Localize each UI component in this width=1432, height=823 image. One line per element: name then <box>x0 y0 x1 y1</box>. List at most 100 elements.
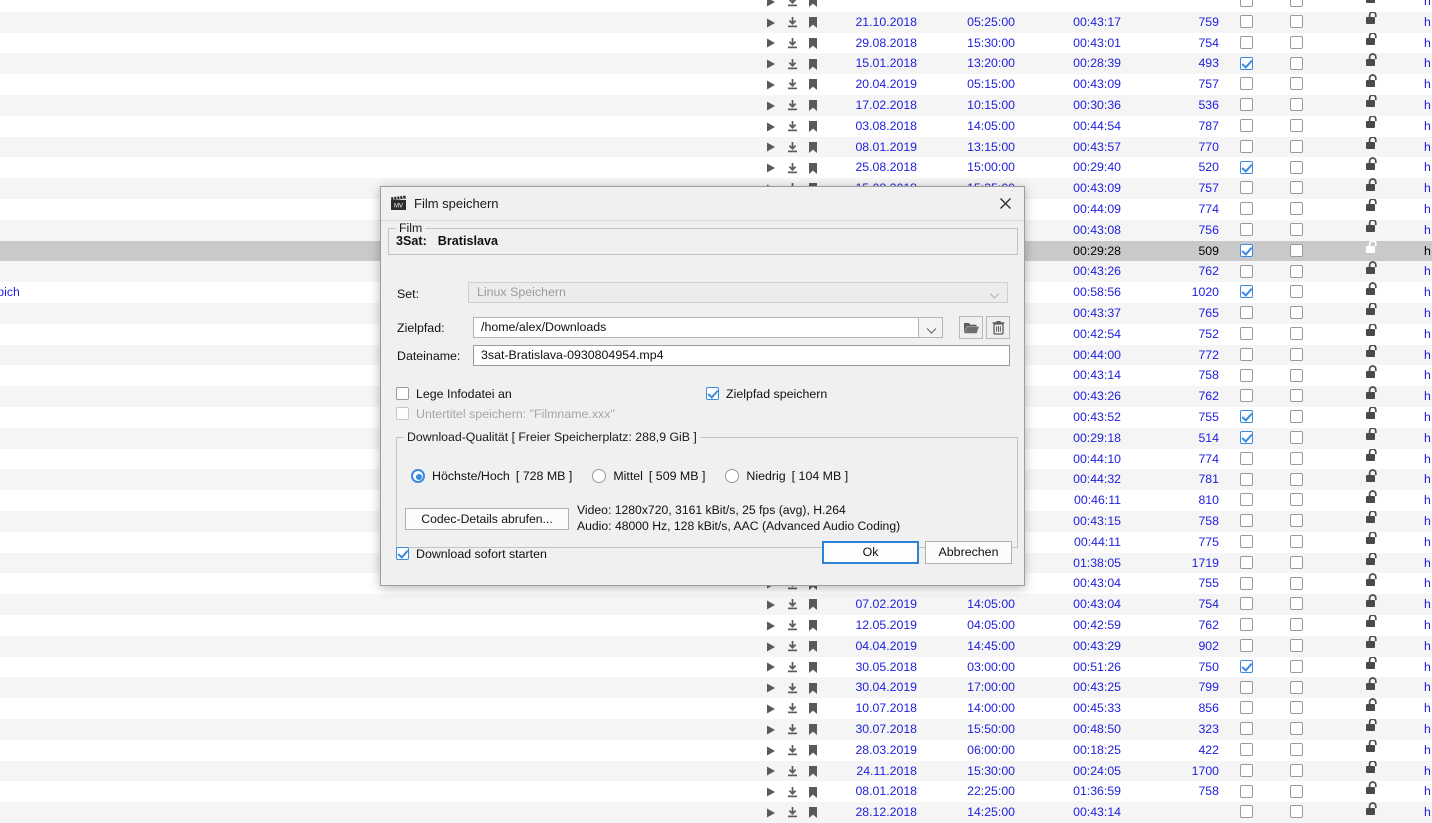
table-row[interactable]: me Kontinent (2/2) 29.08.2018 15:30:00 00:4… <box>0 32 1432 54</box>
cell-url[interactable]: h <box>1424 781 1432 802</box>
play-icon[interactable] <box>765 599 777 611</box>
table-row[interactable]: te der Tiere: Die Katze 30.05.2018 03:00:0… <box>0 656 1432 678</box>
cell-checkbox-abo[interactable] <box>1290 303 1312 324</box>
quality-radio-group[interactable]: Höchste/Hoch [ 728 MB ] Mittel [ 509 MB ] Ni… <box>411 468 868 483</box>
cell-checkbox-abo[interactable] <box>1290 116 1312 137</box>
cell-checkbox-abo[interactable] <box>1290 53 1312 74</box>
cell-url[interactable]: h <box>1424 95 1432 116</box>
cell-checkbox-seen[interactable] <box>1240 12 1262 33</box>
cell-checkbox-abo[interactable] <box>1290 345 1312 366</box>
cell-url[interactable]: h <box>1424 303 1432 324</box>
cell-checkbox-seen[interactable] <box>1240 178 1262 199</box>
cell-url[interactable]: h <box>1424 615 1432 636</box>
cell-url[interactable]: h <box>1424 802 1432 823</box>
cell-checkbox-abo[interactable] <box>1290 761 1312 782</box>
bookmark-icon[interactable] <box>808 765 818 778</box>
play-icon[interactable] <box>765 37 777 49</box>
cell-url[interactable]: h <box>1424 657 1432 678</box>
cell-url[interactable]: h <box>1424 178 1432 199</box>
table-row[interactable]: 28.12.2018 14:25:00 00:43:14 h <box>0 802 1432 823</box>
cell-checkbox-seen[interactable] <box>1240 345 1262 366</box>
cell-actions[interactable] <box>765 594 827 615</box>
cell-checkbox-seen[interactable] <box>1240 116 1262 137</box>
cell-actions[interactable] <box>765 740 827 761</box>
play-icon[interactable] <box>765 620 777 632</box>
bookmark-icon[interactable] <box>808 619 818 632</box>
cell-checkbox-seen[interactable] <box>1240 428 1262 449</box>
cell-checkbox-abo[interactable] <box>1290 573 1312 594</box>
table-row[interactable]: , da will ich hin! © SR/Ute Werner 15.01.… <box>0 53 1432 75</box>
cell-checkbox-abo[interactable] <box>1290 698 1312 719</box>
checkbox-infodatei[interactable]: Lege Infodatei an <box>396 387 512 401</box>
cell-checkbox-abo[interactable] <box>1290 220 1312 241</box>
table-row[interactable]: ler kleinen Monster 08.01.2019 13:15:00 00:… <box>0 136 1432 158</box>
cell-checkbox-abo[interactable] <box>1290 740 1312 761</box>
bookmark-icon[interactable] <box>808 58 818 71</box>
cell-checkbox-seen[interactable] <box>1240 282 1262 303</box>
table-row[interactable]: egenwald (2/2) 20.04.2019 05:15:00 00:43:09… <box>0 74 1432 95</box>
cell-url[interactable]: h <box>1424 241 1432 262</box>
cell-actions[interactable] <box>765 719 827 740</box>
cell-checkbox-abo[interactable] <box>1290 490 1312 511</box>
cell-url[interactable]: h <box>1424 677 1432 698</box>
cell-url[interactable]: h <box>1424 282 1432 303</box>
bookmark-icon[interactable] <box>808 661 818 674</box>
play-icon[interactable] <box>765 141 777 153</box>
cell-checkbox-seen[interactable] <box>1240 532 1262 553</box>
cell-checkbox-abo[interactable] <box>1290 324 1312 345</box>
cell-url[interactable]: h <box>1424 12 1432 33</box>
cell-checkbox-seen[interactable] <box>1240 594 1262 615</box>
cell-url[interactable]: h <box>1424 345 1432 366</box>
radio-option-hoechste[interactable]: Höchste/Hoch [ 728 MB ] <box>411 468 592 483</box>
cell-checkbox-seen[interactable] <box>1240 261 1262 282</box>
cell-actions[interactable] <box>765 12 827 33</box>
cell-checkbox-abo[interactable] <box>1290 261 1312 282</box>
ok-button[interactable]: Ok <box>822 541 919 564</box>
table-row[interactable]: stolzer Süden 30.07.2018 15:50:00 00:48:50 3… <box>0 719 1432 740</box>
bookmark-icon[interactable] <box>808 640 818 653</box>
download-icon[interactable] <box>786 619 799 632</box>
download-icon[interactable] <box>786 661 799 674</box>
browse-folder-button[interactable] <box>959 316 983 339</box>
cell-actions[interactable] <box>765 761 827 782</box>
zielpfad-dropdown-button[interactable] <box>919 317 943 338</box>
cell-url[interactable]: h <box>1424 365 1432 386</box>
download-icon[interactable] <box>786 640 799 653</box>
cell-checkbox-abo[interactable] <box>1290 241 1312 262</box>
cell-checkbox-seen[interactable] <box>1240 761 1262 782</box>
cell-checkbox-abo[interactable] <box>1290 657 1312 678</box>
cell-checkbox-abo[interactable] <box>1290 282 1312 303</box>
download-icon[interactable] <box>786 765 799 778</box>
bookmark-icon[interactable] <box>808 702 818 715</box>
table-row[interactable]: er smaragdene Fluss 10.07.2018 14:00:00 00:… <box>0 698 1432 719</box>
cell-checkbox-abo[interactable] <box>1290 33 1312 54</box>
cell-checkbox-abo[interactable] <box>1290 781 1312 802</box>
cell-url[interactable]: h <box>1424 573 1432 594</box>
cell-url[interactable]: h <box>1424 719 1432 740</box>
cell-checkbox-seen[interactable] <box>1240 511 1262 532</box>
dateiname-input[interactable]: 3sat-Bratislava-0930804954.mp4 <box>473 345 1010 366</box>
cell-checkbox-seen[interactable] <box>1240 365 1262 386</box>
zielpfad-input[interactable]: /home/alex/Downloads <box>473 317 919 338</box>
bookmark-icon[interactable] <box>808 162 818 175</box>
cell-checkbox-seen[interactable] <box>1240 220 1262 241</box>
play-icon[interactable] <box>765 121 777 133</box>
table-row[interactable]: nside Paradise (1/5) 08.01.2018 22:25:00 01… <box>0 781 1432 802</box>
play-icon[interactable] <box>765 17 777 29</box>
cell-checkbox-abo[interactable] <box>1290 157 1312 178</box>
cell-checkbox-abo[interactable] <box>1290 449 1312 470</box>
cell-checkbox-abo[interactable] <box>1290 677 1312 698</box>
cell-checkbox-abo[interactable] <box>1290 719 1312 740</box>
cell-url[interactable]: h <box>1424 636 1432 657</box>
bookmark-icon[interactable] <box>808 120 818 133</box>
play-icon[interactable] <box>765 807 777 819</box>
cell-url[interactable]: h <box>1424 137 1432 158</box>
cell-actions[interactable] <box>765 615 827 636</box>
table-row[interactable]: e Gärten an der Nordsee 2/2 28.03.2019 06:… <box>0 739 1432 761</box>
bookmark-icon[interactable] <box>808 806 818 819</box>
cell-checkbox-abo[interactable] <box>1290 469 1312 490</box>
bookmark-icon[interactable] <box>808 37 818 50</box>
cell-url[interactable]: h <box>1424 220 1432 241</box>
cell-actions[interactable] <box>765 657 827 678</box>
cell-actions[interactable] <box>765 698 827 719</box>
